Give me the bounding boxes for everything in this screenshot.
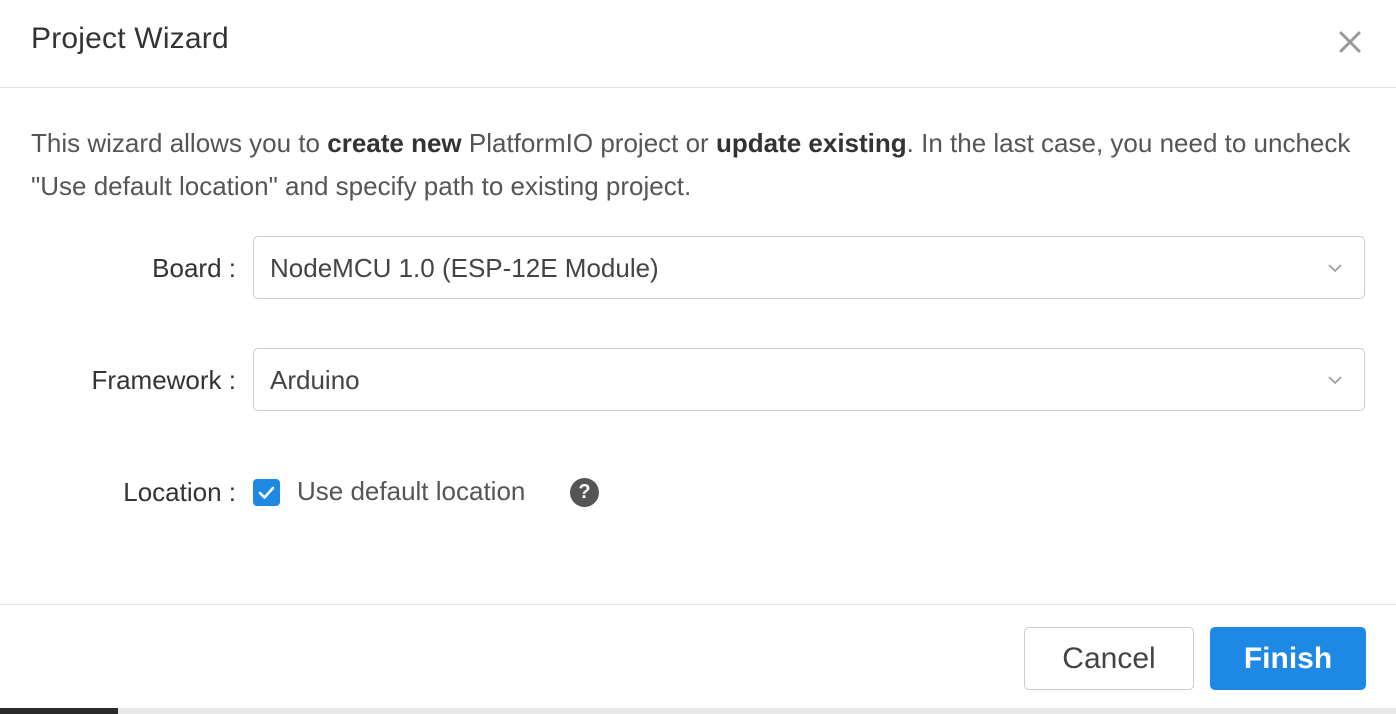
chevron-down-icon: [1326, 371, 1344, 389]
dialog-title: Project Wizard: [31, 22, 229, 55]
framework-label: Framework :: [91, 365, 236, 395]
project-wizard-dialog: Project Wizard This wizard allows you to…: [0, 0, 1396, 714]
checkmark-icon: [258, 486, 275, 499]
finish-button[interactable]: Finish: [1210, 627, 1366, 690]
board-label: Board :: [152, 253, 236, 283]
cancel-button[interactable]: Cancel: [1024, 627, 1194, 690]
bottom-edge: [0, 708, 1396, 714]
location-label: Location :: [123, 477, 236, 507]
framework-select[interactable]: Arduino: [253, 348, 1365, 411]
help-icon[interactable]: ?: [570, 478, 599, 507]
intro-text-1: This wizard allows you to: [31, 128, 328, 158]
chevron-down-icon: [1326, 259, 1344, 277]
board-select[interactable]: NodeMCU 1.0 (ESP-12E Module): [253, 236, 1365, 299]
intro-bold-update-existing: update existing: [715, 128, 907, 158]
bottom-edge-dark: [0, 708, 118, 714]
dialog-footer: Cancel Finish: [0, 604, 1396, 708]
wizard-description: This wizard allows you to create new Pla…: [31, 122, 1361, 208]
intro-bold-create-new: create new: [327, 128, 462, 158]
use-default-location-checkbox[interactable]: [253, 479, 280, 506]
dialog-header: Project Wizard: [0, 0, 1396, 88]
use-default-location-label[interactable]: Use default location: [297, 476, 525, 507]
close-icon[interactable]: [1334, 26, 1366, 58]
intro-text-2: PlatformIO project or: [461, 128, 716, 158]
board-select-value: NodeMCU 1.0 (ESP-12E Module): [270, 253, 659, 283]
framework-select-value: Arduino: [270, 365, 360, 395]
